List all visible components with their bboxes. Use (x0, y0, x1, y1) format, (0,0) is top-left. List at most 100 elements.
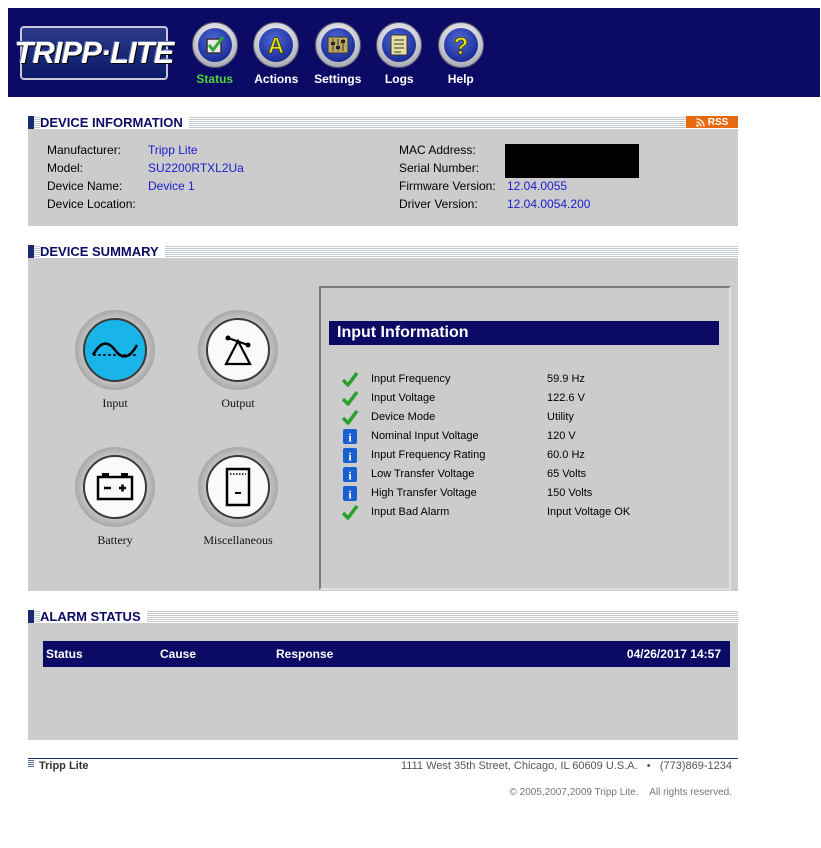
logs-document-icon (382, 28, 417, 62)
miscellaneous-device-button[interactable]: Miscellaneous (198, 447, 278, 548)
device-summary-title: DEVICE SUMMARY (40, 244, 165, 259)
manufacturer-value: Tripp Lite (148, 143, 198, 157)
info-icon: i (343, 467, 357, 483)
param-row: i Nominal Input Voltage 120 V (341, 427, 721, 446)
redacted-mac-serial-block (505, 144, 639, 178)
rss-feed-icon (695, 117, 705, 127)
driver-version-value: 12.04.0054.200 (507, 197, 591, 211)
device-information-title: DEVICE INFORMATION (40, 115, 189, 130)
settings-sliders-icon (320, 28, 355, 62)
main-nav: Status A Actions Settings Logs ? Help (184, 22, 492, 86)
nav-logs-button[interactable]: Logs (369, 22, 431, 86)
info-icon: i (343, 486, 357, 502)
alarm-column-cause: Cause (160, 647, 197, 661)
param-name: Nominal Input Voltage (371, 430, 479, 442)
param-value: Input Voltage OK (547, 506, 631, 518)
param-value: 59.9 Hz (547, 373, 585, 385)
param-row: i Input Frequency Rating 60.0 Hz (341, 446, 721, 465)
status-checkbox-icon (197, 28, 232, 62)
device-information-panel: Manufacturer: Tripp Lite Model: SU2200RT… (28, 129, 738, 226)
param-name: High Transfer Voltage (371, 487, 477, 499)
manufacturer-label: Manufacturer: (47, 143, 122, 157)
svg-text:?: ? (453, 33, 468, 57)
alarm-column-status: Status (46, 647, 83, 661)
nav-help-button[interactable]: ? Help (430, 22, 492, 86)
output-power-icon (206, 318, 270, 382)
param-value: 150 Volts (547, 487, 593, 499)
firmware-version-value: 12.04.0055 (507, 179, 568, 193)
info-icon: i (343, 429, 357, 445)
param-name: Input Frequency (371, 373, 451, 385)
device-summary-panel: Input Output Battery Miscellaneous Input… (28, 258, 738, 591)
device-location-label: Device Location: (47, 197, 136, 211)
firmware-version-label: Firmware Version: (399, 179, 496, 193)
model-value: SU2200RTXL2Ua (148, 161, 244, 175)
header-bar: TRIPP·LITE Status A Actions Settings Log… (8, 8, 820, 97)
checkmark-icon (341, 390, 359, 406)
input-device-button[interactable]: Input (75, 310, 155, 411)
actions-a-icon: A (259, 28, 294, 62)
help-question-icon: ? (443, 28, 478, 62)
device-information-header: DEVICE INFORMATION RSS (28, 115, 738, 130)
battery-icon (83, 455, 147, 519)
checkmark-icon (341, 409, 359, 425)
input-sine-wave-icon (83, 318, 147, 382)
driver-version-label: Driver Version: (399, 197, 478, 211)
output-device-button[interactable]: Output (198, 310, 278, 411)
device-summary-header: DEVICE SUMMARY (28, 244, 738, 259)
battery-device-label: Battery (97, 533, 133, 547)
param-row: Device Mode Utility (341, 408, 721, 427)
footer-copyright: © 2005,2007,2009 Tripp Lite. All rights … (509, 787, 733, 798)
param-row: Input Bad Alarm Input Voltage OK (341, 503, 721, 522)
param-row: Input Voltage 122.6 V (341, 389, 721, 408)
nav-status-button[interactable]: Status (184, 22, 246, 86)
rss-button[interactable]: RSS (686, 116, 738, 128)
footer-divider (28, 758, 738, 759)
param-value: 65 Volts (547, 468, 587, 480)
param-value: 60.0 Hz (547, 449, 585, 461)
alarm-status-title: ALARM STATUS (40, 609, 147, 624)
input-device-label: Input (102, 396, 128, 410)
param-name: Input Frequency Rating (371, 449, 486, 461)
input-information-title: Input Information (329, 321, 719, 345)
device-name-label: Device Name: (47, 179, 123, 193)
model-label: Model: (47, 161, 84, 175)
param-name: Input Voltage (371, 392, 436, 404)
footer-address: 1111 West 35th Street, Chicago, IL 60609… (401, 760, 732, 772)
param-row: i Low Transfer Voltage 65 Volts (341, 465, 721, 484)
alarm-table-header: Status Cause Response 04/26/2017 14:57 (43, 641, 730, 667)
param-value: Utility (547, 411, 574, 423)
param-name: Device Mode (371, 411, 436, 423)
alarm-status-header: ALARM STATUS (28, 609, 738, 624)
footer-marker (28, 760, 34, 768)
nav-actions-label: Actions (254, 72, 299, 86)
serial-number-label: Serial Number: (399, 161, 480, 175)
nav-status-label: Status (196, 72, 234, 86)
param-name: Input Bad Alarm (371, 506, 450, 518)
tripp-lite-logo[interactable]: TRIPP·LITE (15, 26, 174, 80)
mac-address-label: MAC Address: (399, 143, 476, 157)
param-value: 122.6 V (547, 392, 585, 404)
manufacturer-row: Manufacturer: (47, 143, 121, 157)
alarm-status-panel: Status Cause Response 04/26/2017 14:57 (28, 623, 738, 740)
nav-actions-button[interactable]: A Actions (246, 22, 308, 86)
miscellaneous-device-icon (206, 455, 270, 519)
param-name: Low Transfer Voltage (371, 468, 475, 480)
alarm-timestamp: 04/26/2017 14:57 (626, 647, 721, 661)
param-row: Input Frequency 59.9 Hz (341, 370, 721, 389)
device-name-value: Device 1 (148, 179, 195, 193)
output-device-label: Output (221, 396, 255, 410)
input-information-box: Input Information Input Frequency 59.9 H… (319, 286, 731, 590)
param-row: i High Transfer Voltage 150 Volts (341, 484, 721, 503)
miscellaneous-device-label: Miscellaneous (203, 533, 273, 547)
nav-logs-label: Logs (384, 72, 414, 86)
svg-text:A: A (268, 33, 284, 57)
nav-settings-button[interactable]: Settings (307, 22, 369, 86)
battery-device-button[interactable]: Battery (75, 447, 155, 548)
info-icon: i (343, 448, 357, 464)
nav-help-label: Help (447, 72, 474, 86)
checkmark-icon (341, 371, 359, 387)
checkmark-icon (341, 504, 359, 520)
alarm-column-response: Response (276, 647, 334, 661)
nav-settings-label: Settings (314, 72, 362, 86)
